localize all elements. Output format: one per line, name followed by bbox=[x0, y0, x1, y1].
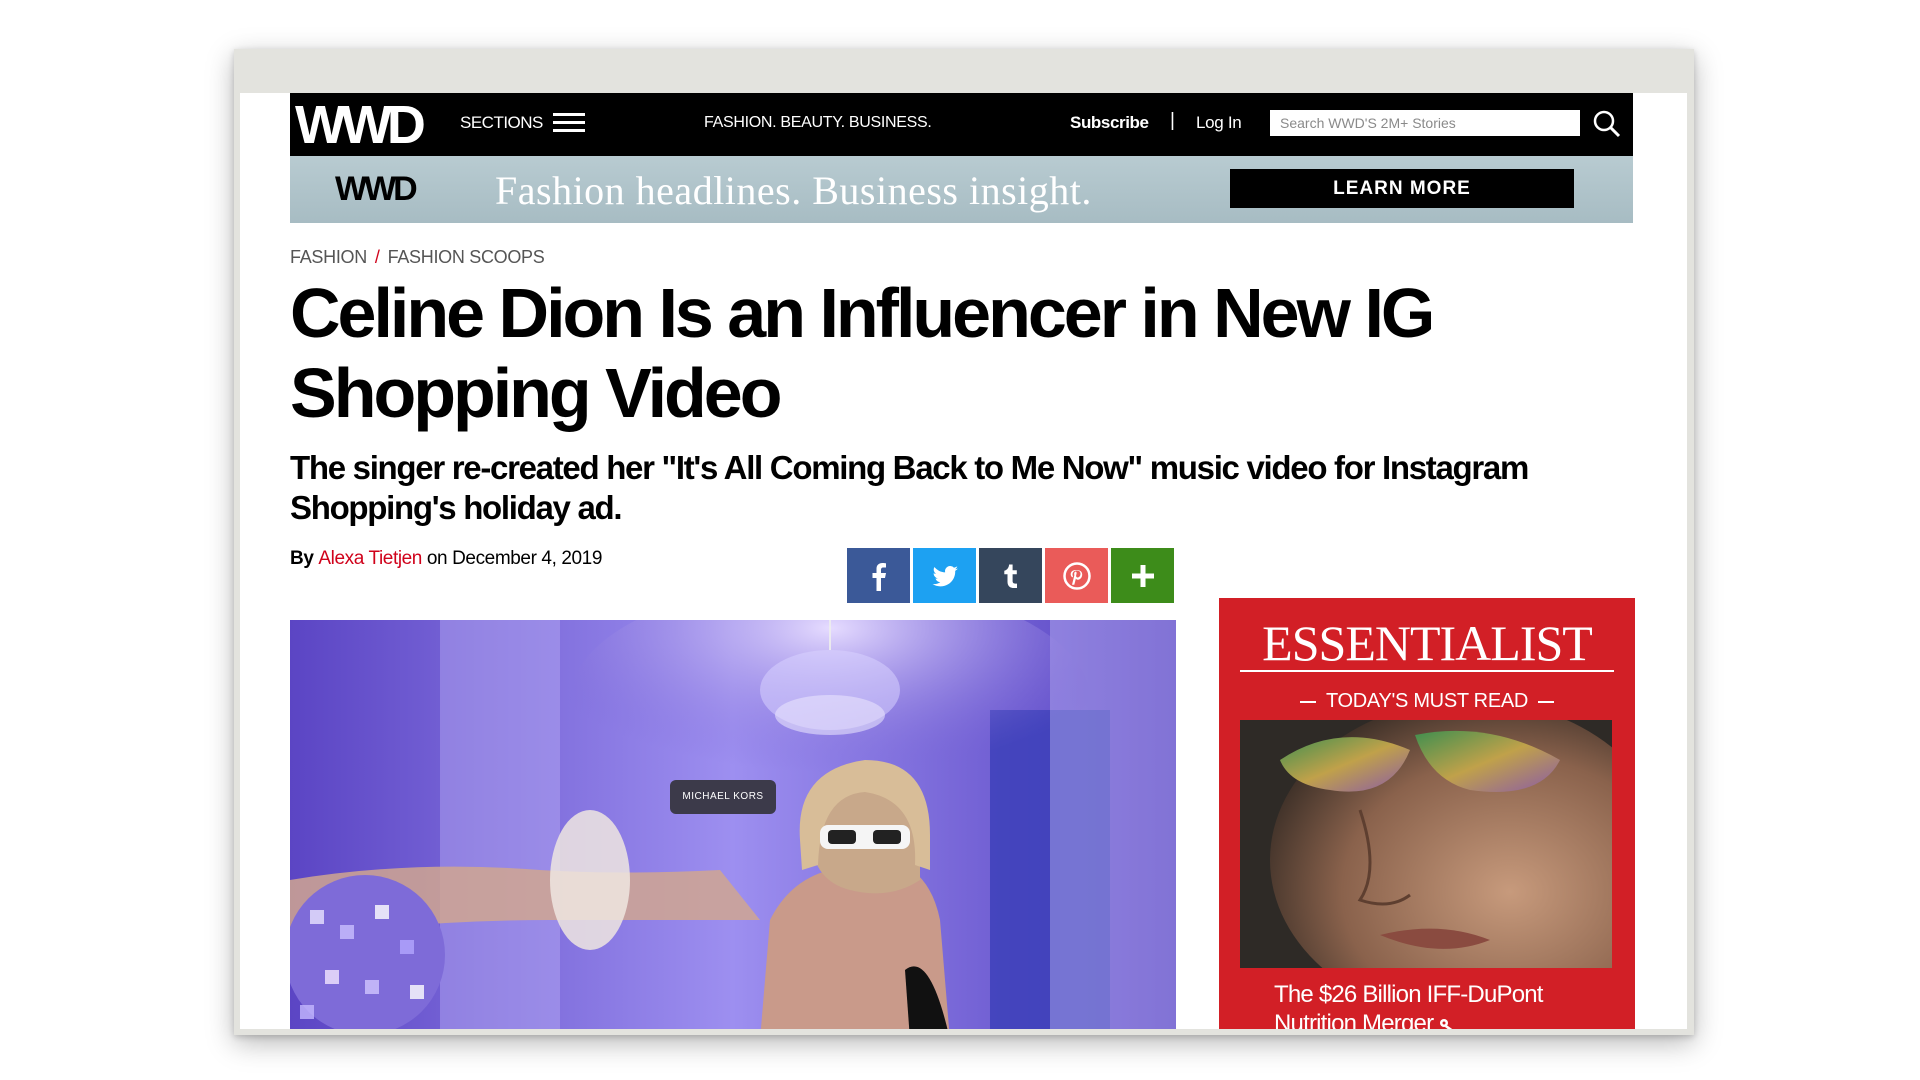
essentialist-subtitle: TODAY'S MUST READ bbox=[1219, 690, 1635, 713]
tumblr-share-button[interactable] bbox=[979, 548, 1042, 603]
promo-logo: WWD bbox=[335, 170, 418, 208]
byline-by: By bbox=[290, 548, 314, 569]
breadcrumb-separator: / bbox=[374, 247, 380, 267]
top-navigation-bar: WWD SECTIONS FASHION. BEAUTY. BUSINESS. … bbox=[290, 93, 1633, 156]
subscribe-link[interactable]: Subscribe bbox=[1070, 113, 1149, 133]
essentialist-subtitle-text: TODAY'S MUST READ bbox=[1325, 690, 1529, 712]
more-share-button[interactable] bbox=[1111, 548, 1174, 603]
article-dek: The singer re-created her "It's All Comi… bbox=[290, 449, 1529, 526]
wwd-logo[interactable]: WWD bbox=[295, 98, 426, 152]
essentialist-image[interactable] bbox=[1240, 720, 1612, 968]
breadcrumb-fashion-scoops[interactable]: FASHION SCOOPS bbox=[388, 247, 545, 267]
product-tag[interactable]: MICHAEL KORS bbox=[670, 780, 776, 814]
facebook-icon bbox=[872, 562, 886, 591]
sections-label: SECTIONS bbox=[460, 113, 543, 132]
plus-icon bbox=[1131, 564, 1154, 587]
essentialist-title: ESSENTIALIST bbox=[1262, 615, 1593, 671]
tumblr-icon bbox=[1003, 564, 1017, 588]
essentialist-headline-link[interactable]: The $26 Billion IFF-DuPont Nutrition Mer… bbox=[1274, 980, 1614, 1029]
promo-tagline: Fashion headlines. Business insight. bbox=[495, 168, 1092, 213]
article-headline: Celine Dion Is an Influencer in New IG S… bbox=[290, 274, 1435, 432]
page-viewport: WWD SECTIONS FASHION. BEAUTY. BUSINESS. … bbox=[240, 93, 1687, 1029]
essentialist-headline: The $26 Billion IFF-DuPont Nutrition Mer… bbox=[1274, 981, 1543, 1029]
essentialist-sidebar: ESSENTIALIST TODAY'S MUST READ The $26 B… bbox=[1219, 598, 1635, 1029]
share-bar bbox=[847, 548, 1174, 603]
breadcrumb: FASHION / FASHION SCOOPS bbox=[290, 247, 545, 268]
search-icon[interactable] bbox=[1592, 109, 1622, 139]
login-link[interactable]: Log In bbox=[1196, 113, 1242, 133]
nav-separator: | bbox=[1170, 110, 1175, 131]
site-tagline: FASHION. BEAUTY. BUSINESS. bbox=[704, 114, 932, 131]
hero-illustration bbox=[290, 620, 1176, 1029]
pinterest-icon bbox=[1062, 561, 1091, 590]
hamburger-icon bbox=[552, 112, 585, 134]
author-link[interactable]: Alexa Tietjen bbox=[318, 548, 422, 569]
sections-menu-button[interactable]: SECTIONS bbox=[460, 112, 585, 134]
hero-image[interactable]: MICHAEL KORS bbox=[290, 620, 1176, 1029]
byline: By Alexa Tietjen on December 4, 2019 bbox=[290, 548, 602, 570]
key-icon bbox=[1440, 1019, 1453, 1029]
publish-date: on December 4, 2019 bbox=[426, 548, 603, 569]
learn-more-button[interactable]: LEARN MORE bbox=[1230, 169, 1574, 208]
search-input[interactable] bbox=[1270, 110, 1580, 136]
face-closeup-illustration bbox=[1240, 720, 1612, 968]
essentialist-divider bbox=[1240, 670, 1614, 672]
twitter-share-button[interactable] bbox=[913, 548, 976, 603]
facebook-share-button[interactable] bbox=[847, 548, 910, 603]
pinterest-share-button[interactable] bbox=[1045, 548, 1108, 603]
breadcrumb-fashion[interactable]: FASHION bbox=[290, 247, 367, 267]
promo-banner[interactable]: WWD Fashion headlines. Business insight.… bbox=[290, 156, 1633, 223]
twitter-icon bbox=[932, 565, 958, 586]
